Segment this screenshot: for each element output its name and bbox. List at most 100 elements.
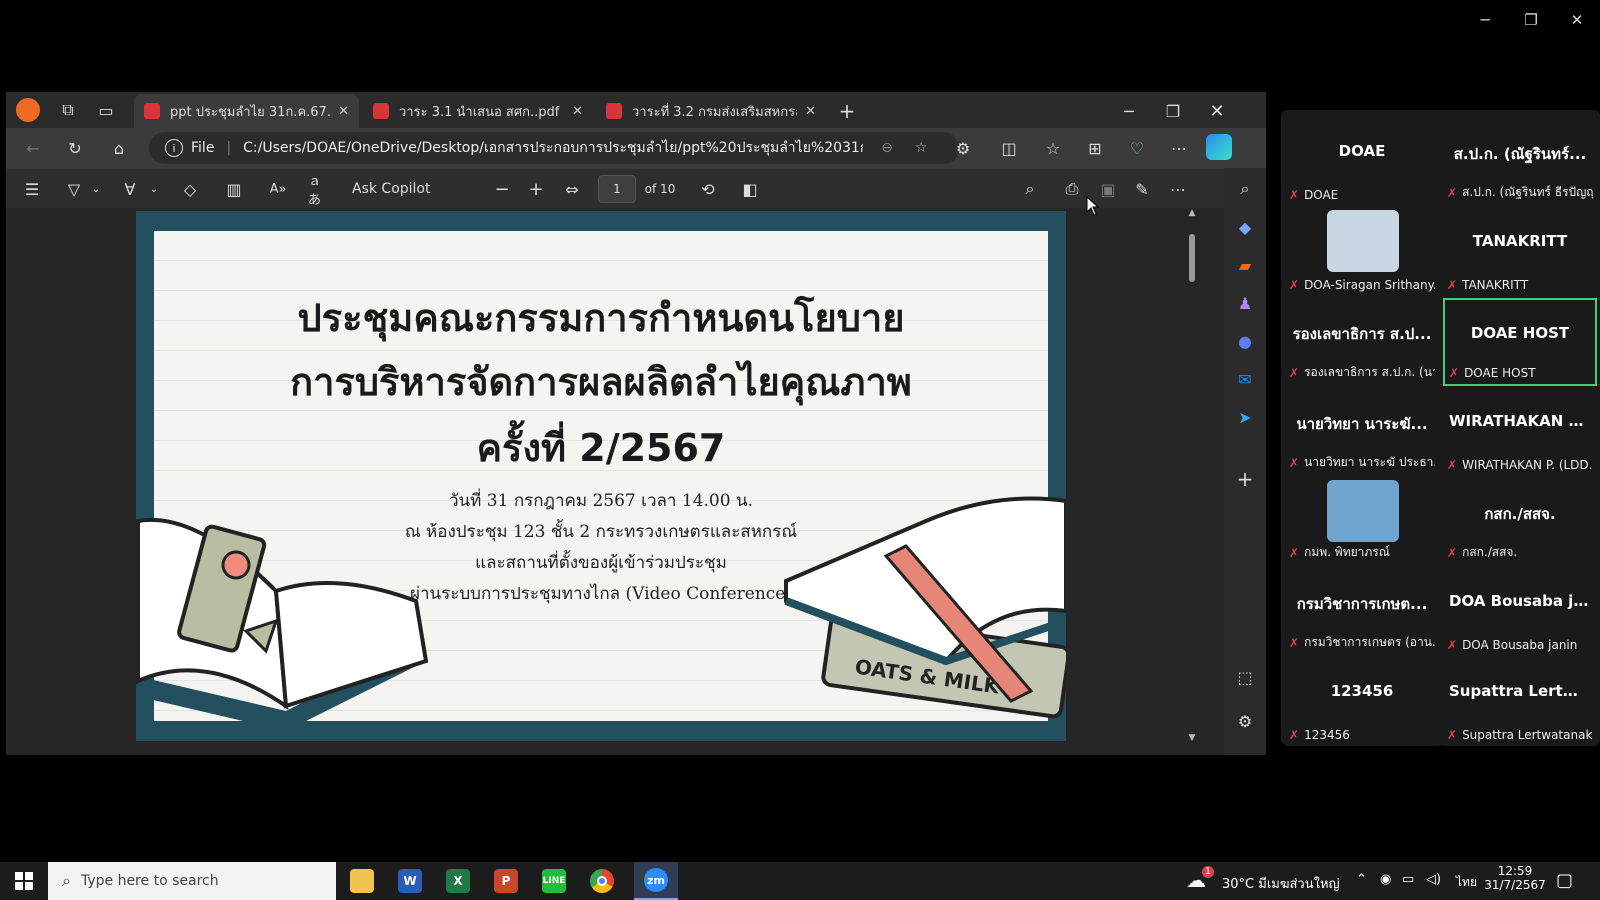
search-icon[interactable]: ⌕: [1018, 177, 1042, 201]
weather-text[interactable]: 30°C มีเมฆส่วนใหญ่: [1222, 873, 1340, 894]
info-icon[interactable]: i: [165, 139, 183, 157]
shopping-tag-icon[interactable]: ◆: [1232, 214, 1258, 240]
muted-mic-icon: ✗: [1447, 545, 1458, 560]
split-screen-icon[interactable]: ◫: [996, 136, 1022, 160]
page-number-input[interactable]: 1: [598, 175, 636, 203]
chevron-down-icon[interactable]: ⌄: [146, 177, 162, 201]
ask-copilot-button[interactable]: Ask Copilot: [352, 177, 442, 201]
participant-tile[interactable]: DOAE HOST ✗ DOAE HOST: [1443, 298, 1597, 386]
chevron-up-icon[interactable]: ⌃: [1356, 872, 1367, 887]
meet-now-icon[interactable]: ◉: [1380, 872, 1391, 887]
more-menu-icon[interactable]: ⋯: [1166, 136, 1192, 160]
draw-icon[interactable]: ∀: [118, 177, 142, 201]
tab-agenda-3-2[interactable]: วาระที่ 3.2 กรมส่งเสริมสหกรณ์ Updat ✕: [596, 94, 826, 128]
line-button[interactable]: LINE: [530, 862, 578, 900]
participant-display-name: กรมวิชาการเกษต...: [1296, 595, 1428, 613]
search-icon[interactable]: ⌕: [1232, 176, 1258, 202]
excel-button[interactable]: X: [434, 862, 482, 900]
fit-page-icon[interactable]: ⇔: [560, 177, 584, 201]
zoom-out-icon[interactable]: ⊖: [881, 140, 893, 156]
outlook-icon[interactable]: ✉: [1232, 366, 1258, 392]
participant-name-label: ✗ นายวิทยา นาระฆั ประธา...: [1289, 453, 1435, 472]
scrollbar-thumb[interactable]: [1189, 234, 1195, 282]
collections-icon[interactable]: ⊞: [1082, 136, 1108, 160]
rotate-icon[interactable]: ⟲: [696, 177, 720, 201]
back-icon[interactable]: ←: [20, 136, 46, 160]
extensions-icon[interactable]: ⚙: [950, 136, 976, 160]
clock[interactable]: 12:59 31/7/2567: [1482, 864, 1548, 892]
zoom-in-icon[interactable]: +: [524, 177, 548, 201]
refresh-icon[interactable]: ↻: [62, 136, 88, 160]
screenshot-icon[interactable]: ⬚: [1232, 664, 1258, 690]
participant-tile[interactable]: กรมวิชาการเกษต... ✗ กรมวิชาการเกษตร (อาน..…: [1285, 568, 1439, 656]
participant-name-label: ✗ Supattra Lertwatanaki...: [1447, 728, 1593, 742]
pdf-viewer[interactable]: ประชุมคณะกรรมการกำหนดนโยบาย การบริหารจัด…: [6, 208, 1224, 755]
participant-tile[interactable]: WIRATHAKAN P... ✗ WIRATHAKAN P. (LDD.): [1443, 388, 1597, 476]
home-icon[interactable]: ⌂: [106, 136, 132, 160]
participant-tile[interactable]: DOA Bousaba ja... ✗ DOA Bousaba janin: [1443, 568, 1597, 656]
chevron-down-icon[interactable]: ⌄: [88, 177, 104, 201]
notifications-icon[interactable]: ▢: [1556, 870, 1573, 891]
browser-essentials-icon[interactable]: ♡: [1124, 136, 1150, 160]
highlight-icon[interactable]: ▽: [62, 177, 86, 201]
vertical-scrollbar[interactable]: ▲ ▼: [1184, 208, 1200, 745]
restore-icon[interactable]: ❐: [1508, 0, 1554, 40]
close-tab-icon[interactable]: ✕: [338, 104, 349, 119]
maximize-icon[interactable]: ❐: [1158, 98, 1188, 124]
zoom-app-button[interactable]: zm: [634, 862, 678, 900]
taskbar-search-box[interactable]: ⌕ Type here to search: [48, 862, 336, 900]
address-bar[interactable]: i File | C:/Users/DOAE/OneDrive/Desktop/…: [149, 132, 959, 164]
scroll-up-icon[interactable]: ▲: [1186, 208, 1198, 220]
language-indicator[interactable]: ไทย: [1456, 873, 1477, 892]
word-button[interactable]: W: [386, 862, 434, 900]
close-tab-icon[interactable]: ✕: [805, 104, 816, 119]
participant-tile[interactable]: ✗ DOA-Siragan Srithany...: [1285, 208, 1439, 296]
workspaces-icon[interactable]: ⧉: [56, 98, 80, 122]
two-page-icon[interactable]: ◧: [738, 177, 762, 201]
games-icon[interactable]: ♟: [1232, 290, 1258, 316]
participant-tile[interactable]: Supattra Lertwa... ✗ Supattra Lertwatanaki…: [1443, 658, 1597, 746]
participant-tile[interactable]: นายวิทยา นาระฆั... ✗ นายวิทยา นาระฆั ประธา…: [1285, 388, 1439, 476]
participant-tile[interactable]: ส.ป.ก. (ณัฐรินทร์... ✗ ส.ป.ก. (ณัฐรินทร์ ธ…: [1443, 118, 1597, 206]
save-as-icon[interactable]: ✎: [1130, 177, 1154, 201]
start-button[interactable]: [0, 862, 48, 900]
contents-icon[interactable]: ☰: [20, 177, 44, 201]
tab-agenda-3-1[interactable]: วาระ 3.1 นำเสนอ สศก..pdf ✕: [363, 94, 593, 128]
page-view-icon[interactable]: ▥: [222, 177, 246, 201]
tab-actions-icon[interactable]: ▭: [94, 98, 118, 122]
file-explorer-button[interactable]: [338, 862, 386, 900]
copilot-icon[interactable]: [1206, 134, 1232, 160]
volume-icon[interactable]: ◁): [1426, 872, 1441, 887]
participant-tile[interactable]: 123456 ✗ 123456: [1285, 658, 1439, 746]
new-tab-icon[interactable]: +: [834, 98, 860, 124]
profile-avatar[interactable]: [16, 98, 40, 122]
participant-tile[interactable]: รองเลขาธิการ ส.ป... ✗ รองเลขาธิการ ส.ป.ก. …: [1285, 298, 1439, 386]
participant-tile[interactable]: TANAKRITT ✗ TANAKRITT: [1443, 208, 1597, 296]
drop-send-icon[interactable]: ➤: [1232, 404, 1258, 430]
favorite-star-icon[interactable]: ☆: [915, 140, 928, 156]
translate-icon[interactable]: ａあ: [308, 174, 332, 208]
eraser-icon[interactable]: ◇: [178, 177, 202, 201]
network-icon[interactable]: ▭: [1402, 872, 1414, 887]
tools-briefcase-icon[interactable]: ▰: [1232, 252, 1258, 278]
microsoft-365-icon[interactable]: ●: [1232, 328, 1258, 354]
favorites-icon[interactable]: ☆: [1040, 136, 1066, 160]
close-icon[interactable]: ✕: [1202, 98, 1232, 124]
scroll-down-icon[interactable]: ▼: [1186, 733, 1198, 745]
tab-ppt-pdf[interactable]: ppt ประชุมลำไย 31ก.ค.67.pdf ✕: [134, 94, 359, 128]
read-aloud-icon[interactable]: A»: [266, 177, 290, 201]
participant-tile[interactable]: ✗ กมพ. พิทยาภรณ์: [1285, 478, 1439, 566]
close-icon[interactable]: ✕: [1554, 0, 1600, 40]
participant-tile[interactable]: DOAE ✗ DOAE: [1285, 118, 1439, 206]
chrome-button[interactable]: [578, 862, 626, 900]
close-tab-icon[interactable]: ✕: [572, 104, 583, 119]
minimize-icon[interactable]: ─: [1462, 0, 1508, 40]
zoom-out-icon[interactable]: −: [490, 177, 514, 201]
participant-tile[interactable]: กสก./สสจ. ✗ กสก./สสจ.: [1443, 478, 1597, 566]
settings-gear-icon[interactable]: ⚙: [1232, 708, 1258, 734]
add-icon[interactable]: +: [1232, 466, 1258, 492]
print-icon[interactable]: ⎙: [1060, 177, 1084, 201]
more-options-icon[interactable]: ⋯: [1166, 177, 1190, 201]
powerpoint-button[interactable]: P: [482, 862, 530, 900]
minimize-icon[interactable]: ─: [1114, 98, 1144, 124]
